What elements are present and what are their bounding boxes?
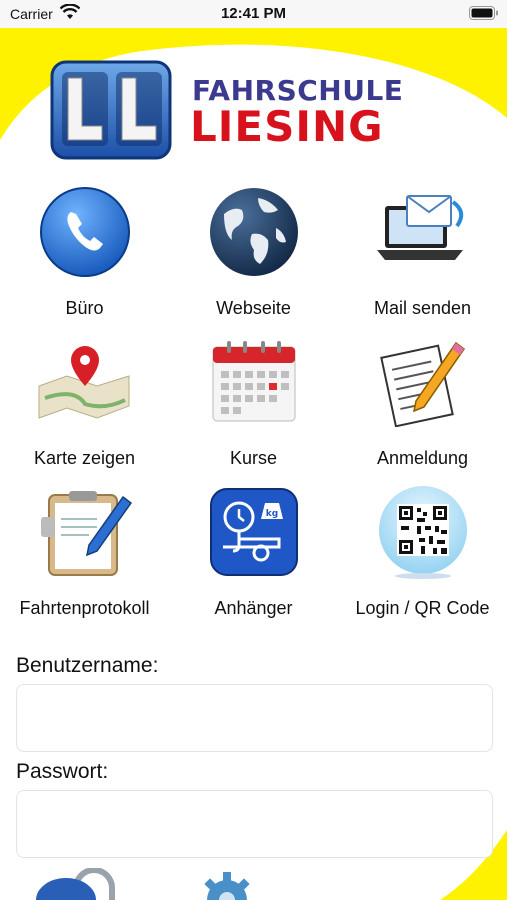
phone-icon	[35, 182, 135, 282]
tile-fahrtenprotokoll[interactable]: Fahrtenprotokoll	[0, 482, 169, 632]
tile-label: Anmeldung	[376, 448, 469, 468]
bottom-actions	[0, 868, 507, 900]
status-bar: Carrier 12:41 PM	[0, 0, 507, 28]
trailer-icon: kg	[204, 482, 304, 582]
tile-kurse[interactable]: Kurse	[169, 332, 338, 482]
tile-mail-senden[interactable]: Mail senden	[338, 182, 507, 332]
username-field[interactable]	[16, 684, 493, 752]
map-pin-icon	[35, 332, 135, 432]
tile-login-qr-code[interactable]: Login / QR Code	[338, 482, 507, 632]
password-label: Passwort:	[16, 760, 109, 783]
ll-cube-logo-icon	[50, 60, 172, 160]
clipboard-icon	[35, 482, 135, 582]
clock: 12:41 PM	[220, 5, 287, 22]
tile-label: Webseite	[216, 298, 291, 318]
login-form: Benutzername: Passwort:	[16, 654, 493, 866]
qr-code-icon	[373, 482, 473, 582]
lock-icon[interactable]	[36, 868, 120, 900]
svg-text:kg: kg	[265, 509, 277, 519]
tile-label: Login / QR Code	[355, 598, 490, 618]
globe-icon	[204, 182, 304, 282]
gear-icon[interactable]	[200, 872, 254, 900]
tile-label: Anhänger	[214, 598, 293, 618]
tile-label: Büro	[65, 298, 104, 318]
tile-label: Kurse	[229, 448, 278, 468]
calendar-icon	[204, 332, 304, 432]
school-logo: FAHRSCHULE LIESING	[48, 56, 458, 164]
tile-webseite[interactable]: Webseite	[169, 182, 338, 332]
tile-buero[interactable]: Büro	[0, 182, 169, 332]
tile-label: Karte zeigen	[33, 448, 136, 468]
tile-karte-zeigen[interactable]: Karte zeigen	[0, 332, 169, 482]
tile-anmeldung[interactable]: Anmeldung	[338, 332, 507, 482]
password-field[interactable]	[16, 790, 493, 858]
username-label: Benutzername:	[16, 654, 159, 677]
form-pencil-icon	[373, 332, 473, 432]
logo-line-2: LIESING	[190, 102, 384, 151]
battery-icon	[469, 6, 499, 25]
laptop-mail-icon	[373, 182, 473, 282]
tile-anhaenger[interactable]: kg Anhänger	[169, 482, 338, 632]
tile-label: Fahrtenprotokoll	[19, 598, 150, 618]
tile-label: Mail senden	[373, 298, 472, 318]
